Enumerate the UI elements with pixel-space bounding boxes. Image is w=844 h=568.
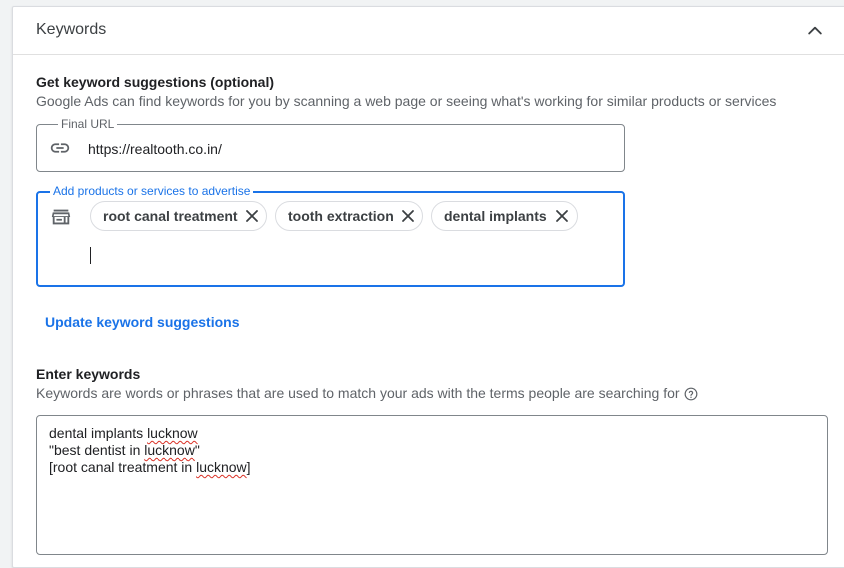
product-chip[interactable]: root canal treatment: [90, 201, 267, 231]
product-chip[interactable]: dental implants: [431, 201, 578, 231]
update-keyword-suggestions-button[interactable]: Update keyword suggestions: [45, 314, 239, 330]
product-chip[interactable]: tooth extraction: [275, 201, 423, 231]
suggestions-description: Google Ads can find keywords for you by …: [36, 93, 777, 109]
card-title: Keywords: [36, 21, 107, 38]
card-header[interactable]: Keywords: [13, 7, 844, 55]
enter-keywords-description-text: Keywords are words or phrases that are u…: [36, 385, 680, 401]
help-circle-icon[interactable]: [684, 387, 698, 401]
keyword-line: [root canal treatment in lucknow]: [49, 459, 815, 476]
chevron-up-icon[interactable]: [805, 21, 825, 41]
chip-label: dental implants: [444, 208, 547, 224]
keywords-card: Keywords Get keyword suggestions (option…: [12, 6, 844, 568]
enter-keywords-description: Keywords are words or phrases that are u…: [36, 385, 698, 401]
close-icon[interactable]: [245, 209, 259, 223]
misspelled-word: lucknow: [147, 425, 198, 441]
link-icon: [50, 143, 70, 153]
chip-label: tooth extraction: [288, 208, 394, 224]
text-cursor: [90, 247, 91, 264]
misspelled-word: lucknow: [196, 459, 247, 475]
final-url-value: https://realtooth.co.in/: [88, 141, 222, 157]
keyword-text: ]: [246, 459, 251, 475]
keyword-line: "best dentist in lucknow": [49, 442, 815, 459]
storefront-icon: [51, 209, 71, 225]
keyword-line: dental implants lucknow: [49, 425, 815, 442]
final-url-field[interactable]: Final URL https://realtooth.co.in/: [36, 117, 625, 172]
enter-keywords-title: Enter keywords: [36, 366, 141, 382]
keyword-text: "best dentist in: [49, 442, 145, 458]
keywords-textarea[interactable]: dental implants lucknow "best dentist in…: [36, 415, 828, 555]
keyword-text: ": [194, 442, 200, 458]
final-url-label: Final URL: [58, 117, 118, 131]
misspelled-word: lucknow: [144, 442, 195, 458]
close-icon[interactable]: [401, 209, 415, 223]
close-icon[interactable]: [555, 209, 569, 223]
suggestions-title: Get keyword suggestions (optional): [36, 74, 275, 90]
keyword-text: dental implants: [49, 425, 148, 441]
products-services-field[interactable]: Add products or services to advertise ro…: [36, 184, 625, 287]
products-services-label: Add products or services to advertise: [50, 184, 254, 198]
keyword-text: [root canal treatment in: [49, 459, 197, 475]
chip-label: root canal treatment: [103, 208, 238, 224]
